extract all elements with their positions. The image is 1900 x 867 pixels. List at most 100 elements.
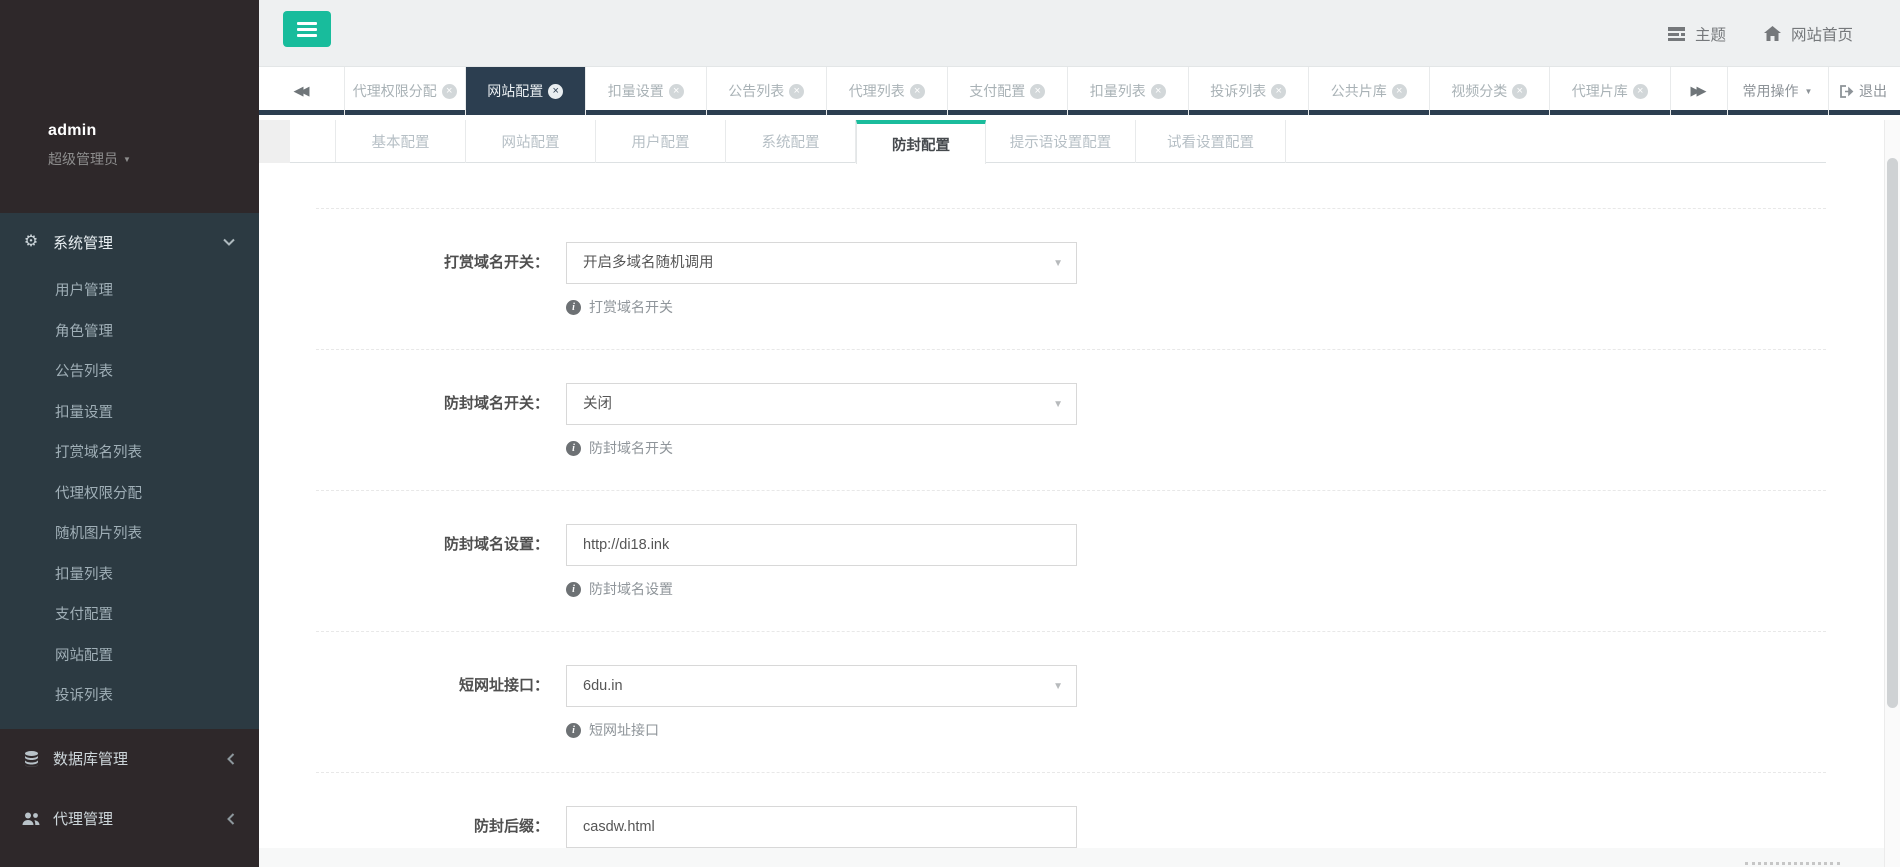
config-subtabs: 基本配置网站配置用户配置系统配置防封配置提示语设置配置试看设置配置 (290, 120, 1826, 163)
text-input-field[interactable]: http://di18.ink (566, 524, 1077, 566)
text-input-field[interactable]: casdw.html (566, 806, 1077, 848)
sidebar-subitem[interactable]: 扣量列表 (0, 555, 259, 596)
sidebar-subitem[interactable]: 公告列表 (0, 352, 259, 393)
chevron-down-icon: ▼ (1805, 87, 1813, 96)
sidebar-subitem[interactable]: 角色管理 (0, 312, 259, 353)
subtab-item[interactable]: 基本配置 (336, 120, 466, 163)
vertical-scrollbar[interactable] (1884, 120, 1900, 867)
tab-item[interactable]: 视频分类 × (1430, 67, 1551, 115)
subtab-item[interactable]: 网站配置 (466, 120, 596, 163)
nav-section-system: ⚙ 系统管理 用户管理角色管理公告列表扣量设置打赏域名列表代理权限分配随机图片列… (0, 213, 259, 729)
info-icon: i (566, 441, 581, 456)
chevron-down-icon: ▼ (123, 155, 131, 164)
close-icon[interactable]: × (1512, 84, 1527, 99)
sidebar-item-system-management[interactable]: ⚙ 系统管理 (0, 213, 259, 271)
tab-item[interactable]: 公共片库× (1309, 67, 1430, 115)
tab-label: 扣量列表 (1090, 81, 1146, 101)
sidebar-subitem[interactable]: 网站配置 (0, 636, 259, 677)
tab-item[interactable]: 投诉列表× (1189, 67, 1310, 115)
sidebar-subitem[interactable]: 投诉列表 (0, 676, 259, 717)
field-help: i防封域名设置 (566, 579, 1826, 599)
tab-label: 网站配置 (487, 81, 543, 101)
field-help-text: 防封域名开关 (589, 438, 673, 458)
sidebar-item-database-management[interactable]: 数据库管理 (0, 729, 259, 789)
select-caret-icon: ▼ (1053, 666, 1063, 708)
section-label: 代理管理 (53, 808, 113, 829)
tab-item[interactable]: 代理权限分配× (345, 67, 466, 115)
subtab-item[interactable]: 用户配置 (596, 120, 726, 163)
field-help-text: 防封域名设置 (589, 579, 673, 599)
sidebar-subitem[interactable]: 打赏域名列表 (0, 433, 259, 474)
user-block: admin 超级管理员 ▼ (0, 0, 259, 169)
tab-active[interactable]: 网站配置 × (466, 67, 587, 115)
field-label: 防封域名开关： (316, 383, 549, 425)
form-row: 短网址接口：6du.in▼i短网址接口 (316, 631, 1826, 772)
field-label: 防封域名设置： (316, 524, 549, 566)
tab-item[interactable]: 代理片库× (1550, 67, 1671, 115)
field-value: 关闭 (583, 396, 612, 412)
theme-label: 主题 (1695, 23, 1726, 45)
sidebar-item-agent-management[interactable]: 代理管理 (0, 789, 259, 849)
close-icon[interactable]: × (910, 84, 925, 99)
sidebar-nav: ⚙ 系统管理 用户管理角色管理公告列表扣量设置打赏域名列表代理权限分配随机图片列… (0, 213, 259, 849)
select-caret-icon: ▼ (1053, 243, 1063, 285)
tabs-scroll-right-button[interactable]: ▶▶ (1671, 67, 1728, 115)
chevron-left-icon (227, 753, 235, 765)
common-actions-dropdown[interactable]: 常用操作 ▼ (1728, 67, 1829, 115)
subtab-gutter (259, 120, 290, 163)
select-field[interactable]: 关闭▼ (566, 383, 1077, 425)
subtab-active[interactable]: 防封配置 (856, 120, 986, 164)
info-icon: i (566, 300, 581, 315)
tab-label: 视频分类 (1451, 81, 1507, 101)
close-icon[interactable]: × (1030, 84, 1045, 99)
form-row-main: 防封后缀：casdw.html (316, 806, 1826, 848)
logout-button[interactable]: 退出 (1829, 67, 1899, 115)
field-value: 6du.in (583, 678, 623, 694)
form-row-main: 防封域名开关： 关闭▼ (316, 383, 1826, 425)
theme-link[interactable]: 主题 (1668, 23, 1726, 45)
sidebar-subitem[interactable]: 随机图片列表 (0, 514, 259, 555)
username: admin (48, 122, 259, 140)
sidebar-subitem[interactable]: 支付配置 (0, 595, 259, 636)
subtab-item[interactable]: 试看设置配置 (1136, 120, 1286, 163)
sidebar-subitem[interactable]: 代理权限分配 (0, 474, 259, 515)
site-home-link[interactable]: 网站首页 (1764, 23, 1853, 45)
sidebar-toggle-button[interactable] (283, 11, 331, 47)
tab-item[interactable]: 扣量列表 × (1068, 67, 1189, 115)
topbar: 主题 网站首页 (259, 0, 1900, 67)
logout-label: 退出 (1859, 81, 1887, 101)
tab-label: 支付配置 (969, 81, 1025, 101)
sidebar-subitem[interactable]: 用户管理 (0, 271, 259, 312)
user-role-dropdown[interactable]: 超级管理员 ▼ (48, 149, 259, 169)
select-field[interactable]: 6du.in ▼ (566, 665, 1077, 707)
scrollbar-thumb[interactable] (1887, 158, 1898, 708)
select-field[interactable]: 开启多域名随机调用▼ (566, 242, 1077, 284)
tab-item[interactable]: 公告列表× (707, 67, 828, 115)
tab-item[interactable]: 代理列表× (827, 67, 948, 115)
close-icon[interactable]: × (1271, 84, 1286, 99)
tab-item[interactable]: 支付配置 × (948, 67, 1069, 115)
form-row-main: 打赏域名开关： 开启多域名随机调用▼ (316, 242, 1826, 284)
subtab-spacer (290, 120, 336, 162)
close-icon[interactable]: × (789, 84, 804, 99)
section-label: 系统管理 (53, 232, 113, 253)
close-icon[interactable]: × (548, 84, 563, 99)
sidebar-subitem[interactable]: 扣量设置 (0, 393, 259, 434)
subtab-item[interactable]: 系统配置 (726, 120, 856, 163)
form-row: 打赏域名开关：开启多域名随机调用▼i打赏域名开关 (316, 208, 1826, 349)
field-label: 打赏域名开关： (316, 242, 549, 284)
system-submenu: 用户管理角色管理公告列表扣量设置打赏域名列表代理权限分配随机图片列表扣量列表支付… (0, 271, 259, 717)
subtab-item[interactable]: 提示语设置配置 (986, 120, 1136, 163)
user-role-label: 超级管理员 (48, 151, 118, 167)
tabs-scroll-left-button[interactable]: ◀◀ (259, 67, 345, 115)
close-icon[interactable]: × (1392, 84, 1407, 99)
close-icon[interactable]: × (1151, 84, 1166, 99)
close-icon[interactable]: × (442, 84, 457, 99)
theme-icon (1668, 27, 1685, 41)
sidebar: admin 超级管理员 ▼ ⚙ 系统管理 用户管理角色管理公告列表扣量设置打赏域名… (0, 0, 259, 867)
close-icon[interactable]: × (1633, 84, 1648, 99)
database-icon (22, 751, 40, 767)
close-icon[interactable]: × (669, 84, 684, 99)
tab-item[interactable]: 扣量设置× (586, 67, 707, 115)
double-left-arrow-icon: ◀◀ (294, 83, 310, 99)
